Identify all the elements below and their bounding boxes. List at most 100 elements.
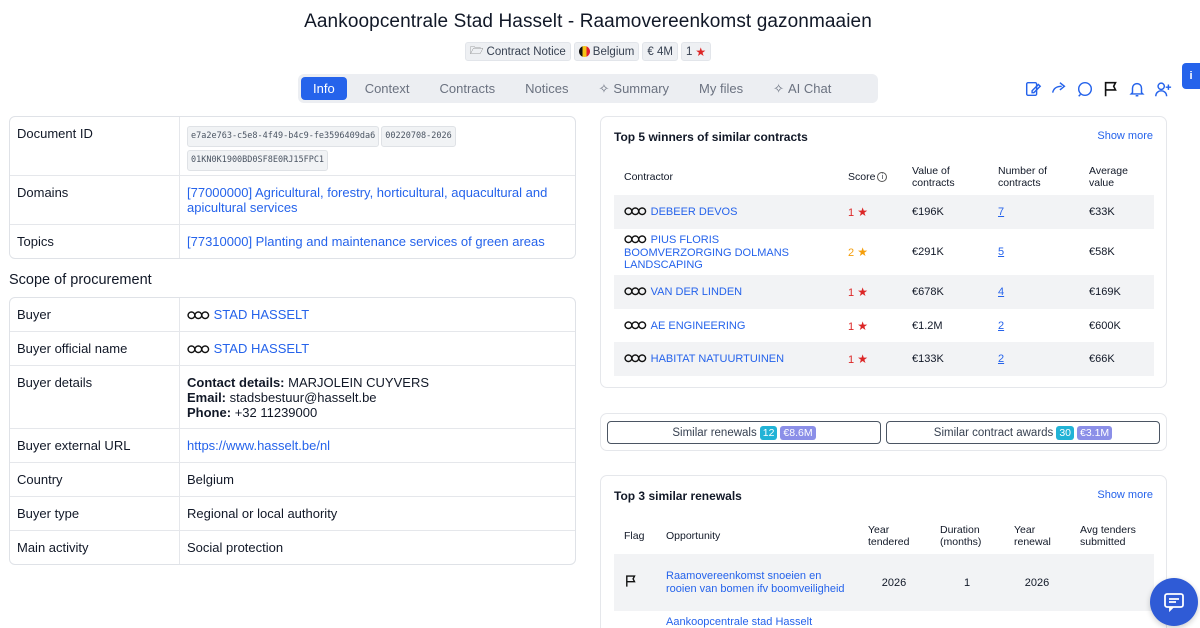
column-header: Opportunity [666,529,721,542]
star-icon: ★ [857,245,868,259]
external-url-row: Buyer external URL https://www.hasselt.b… [10,429,575,463]
official-name-link[interactable]: STAD HASSELT [214,341,310,356]
page-title: Aankoopcentrale Stad Hasselt - Raamovere… [304,11,872,32]
buyer-type-label: Buyer type [10,497,180,530]
bell-icon[interactable] [1128,80,1146,98]
country-badge: Belgium [573,42,640,61]
external-url-link[interactable]: https://www.hasselt.be/nl [187,438,330,453]
contracts-count-link[interactable]: 2 [998,320,1004,332]
renewals-header-row: Flag Opportunity Year tendered Duration … [614,517,1154,554]
company-icon: ⵔⵔⵔ [624,354,647,365]
opportunity-link[interactable]: Raamovereenkomst snoeien en rooien van b… [666,570,845,595]
contracts-count-link[interactable]: 7 [998,206,1004,218]
column-header: Contractor [624,171,674,183]
domains-label: Domains [10,176,180,224]
buyer-icon: ⵔⵔⵔ [187,345,210,356]
similar-renewals-button[interactable]: Similar renewals 12 €8.6M [607,421,881,444]
contracts-count-link[interactable]: 2 [998,353,1004,365]
country-value: Belgium [187,472,234,487]
document-id-label: Document ID [10,117,180,175]
column-header: Year tendered [868,523,910,548]
star-icon: ★ [695,44,707,59]
column-header: Duration (months) [940,523,982,548]
opportunity-link[interactable]: Aankoopcentrale stad Hasselt [666,616,812,628]
buyer-row: Buyer ⵔⵔⵔ STAD HASSELT [10,298,575,332]
tab-summary[interactable]: ✧ Summary [587,77,682,100]
tab-notices[interactable]: Notices [513,77,580,100]
column-header: Value of contracts [912,165,955,189]
renewals-amount: €8.6M [780,425,816,440]
chat-button[interactable] [1150,578,1198,626]
winners-table: Contractor Score i Value of contracts Num… [614,159,1154,376]
tab-info[interactable]: Info [301,77,347,100]
table-row: ⵔⵔⵔ HABITAT NATUURTUINEN 1 ★ €133K 2 €66K [614,342,1154,376]
contractor-link[interactable]: VAN DER LINDEN [651,286,742,298]
column-header: Number of contracts [998,165,1048,189]
topics-row: Topics [77310000] Planting and maintenan… [10,225,575,258]
notice-type-badge: 🗁 Contract Notice [464,42,571,61]
buyer-type-value: Regional or local authority [187,506,338,521]
info-icon[interactable]: i [877,172,888,183]
domains-row: Domains [77000000] Agricultural, forestr… [10,176,575,225]
buyer-label: Buyer [10,298,180,331]
contractor-link[interactable]: DEBEER DEVOS [651,206,738,218]
document-id-values: e7a2e763-c5e8-4f49-b4c9-fe3596409da6 0022… [180,117,575,175]
tab-bar: Info Context Contracts Notices ✧ Summary … [298,74,878,103]
tab-ai-chat[interactable]: ✧ AI Chat [761,77,843,100]
topics-label: Topics [10,225,180,258]
document-id-chip[interactable]: 01KN0K1900BD0SF8E0RJ15FPC1 [187,150,329,171]
tab-my-files[interactable]: My files [687,77,755,100]
tab-context[interactable]: Context [353,77,422,100]
renewals-table: Flag Opportunity Year tendered Duration … [614,517,1154,628]
renewals-show-more[interactable]: Show more [1097,489,1153,501]
main-activity-value: Social protection [187,540,284,555]
buyer-link[interactable]: STAD HASSELT [214,307,310,322]
comment-icon[interactable] [1076,80,1094,98]
official-name-label: Buyer official name [10,332,180,365]
renewals-card: Top 3 similar renewals Show more Flag Op… [600,475,1167,628]
flag-icon[interactable] [1102,80,1120,98]
scope-title: Scope of procurement [9,272,152,288]
document-id-chip[interactable]: 00220708-2026 [381,126,456,147]
value-badge: € 4M [642,42,678,61]
contact-phone: +32 11239000 [234,405,318,420]
column-header: Avg tenders submitted [1080,523,1136,548]
contracts-count-link[interactable]: 4 [998,286,1004,298]
winners-card: Top 5 winners of similar contracts Show … [600,116,1167,388]
tab-contracts[interactable]: Contracts [428,77,508,100]
buyer-details-label: Buyer details [10,366,180,428]
table-row: Raamovereenkomst snoeien en rooien van b… [614,554,1154,611]
star-icon: ★ [857,352,868,366]
main-activity-row: Main activity Social protection [10,531,575,564]
contractor-link[interactable]: PIUS FLORIS BOOMVERZORGING DOLMANS LANDS… [624,234,789,271]
contact-email: stadsbestuur@hasselt.be [229,390,377,405]
country-row: Country Belgium [10,463,575,497]
contact-name: MARJOLEIN CUYVERS [288,375,430,390]
official-name-row: Buyer official name ⵔⵔⵔ STAD HASSELT [10,332,575,366]
folder-icon: 🗁 [469,45,484,57]
scope-table: Buyer ⵔⵔⵔ STAD HASSELT Buyer official nam… [9,297,576,565]
similar-awards-button[interactable]: Similar contract awards 30 €3.1M [886,421,1160,444]
info-side-tab[interactable]: i [1182,63,1200,89]
contracts-count-link[interactable]: 5 [998,246,1004,258]
sparkle-icon: ✧ [598,80,610,96]
star-icon: ★ [857,205,868,219]
winners-title: Top 5 winners of similar contracts [614,130,808,144]
table-row: ⵔⵔⵔ VAN DER LINDEN 1 ★ €678K 4 €169K [614,275,1154,309]
document-id-chip[interactable]: e7a2e763-c5e8-4f49-b4c9-fe3596409da6 [187,126,380,147]
winners-show-more[interactable]: Show more [1097,130,1153,142]
domain-link[interactable]: [77000000] Agricultural, forestry, horti… [187,185,547,215]
renewals-title: Top 3 similar renewals [614,489,742,503]
awards-count: 30 [1056,425,1074,440]
column-header: Score i [838,159,902,195]
topic-link[interactable]: [77310000] Planting and maintenance serv… [187,234,545,249]
contractor-link[interactable]: AE ENGINEERING [651,320,746,332]
contractor-link[interactable]: HABITAT NATUURTUINEN [651,353,784,365]
add-user-icon[interactable] [1154,80,1172,98]
flag-icon[interactable] [624,575,638,591]
edit-icon[interactable] [1024,80,1042,98]
company-icon: ⵔⵔⵔ [624,320,647,332]
chat-icon [1164,593,1184,613]
share-icon[interactable] [1050,80,1068,98]
column-header: Flag [624,529,645,542]
